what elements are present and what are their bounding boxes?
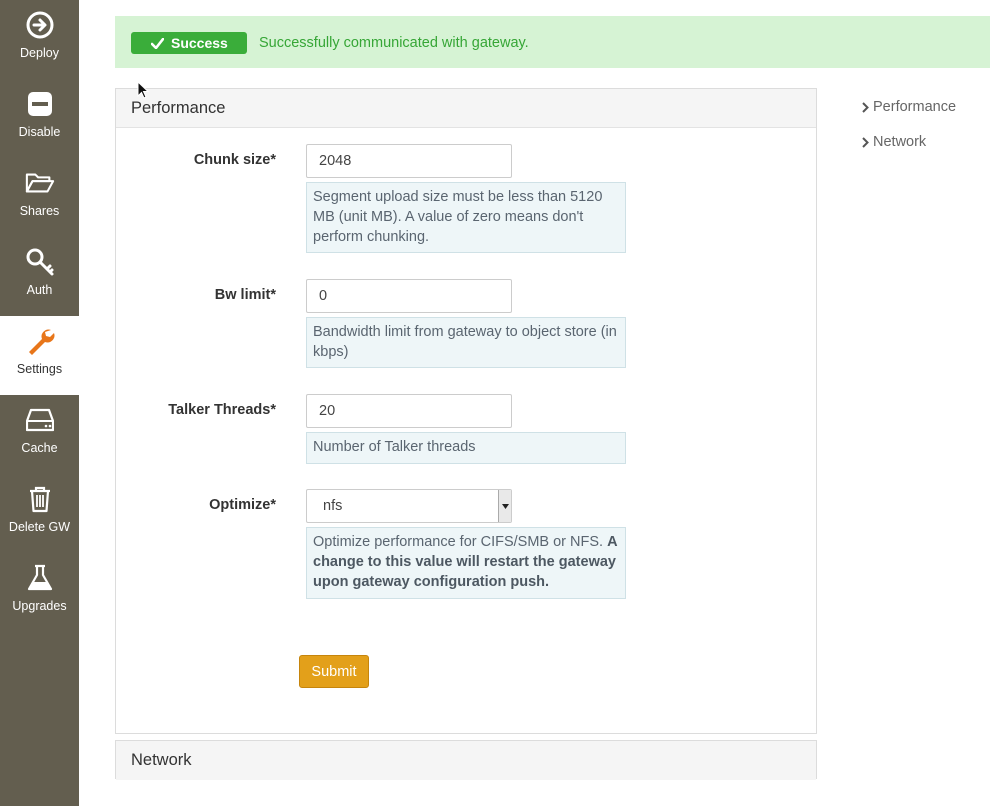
- hard-drive-icon: [25, 405, 55, 435]
- performance-panel: Performance Chunk size* 2048 Segment upl…: [115, 88, 817, 734]
- sidebar-item-deploy[interactable]: Deploy: [0, 0, 79, 79]
- success-alert: Success Successfully communicated with g…: [115, 16, 990, 68]
- talker-threads-label: Talker Threads*: [168, 402, 276, 418]
- sidebar-item-cache[interactable]: Cache: [0, 395, 79, 474]
- chevron-right-icon: [862, 101, 869, 113]
- mouse-cursor-icon: [137, 81, 149, 99]
- sidebar-item-settings[interactable]: Settings: [0, 316, 79, 395]
- optimize-label: Optimize*: [209, 497, 276, 513]
- sidebar-item-shares[interactable]: Shares: [0, 158, 79, 237]
- folder-open-icon: [25, 168, 55, 198]
- sidebar-item-label: Disable: [18, 125, 61, 139]
- submit-button[interactable]: Submit: [299, 655, 369, 688]
- chunk-size-label: Chunk size*: [193, 152, 276, 168]
- sidebar-item-label: Cache: [21, 441, 58, 455]
- sidebar-item-label: Delete GW: [8, 520, 71, 534]
- bw-limit-label: Bw limit*: [214, 287, 276, 303]
- success-badge: Success: [131, 32, 247, 54]
- sidebar-item-disable[interactable]: Disable: [0, 79, 79, 158]
- optimize-selected-value: nfs: [323, 498, 343, 514]
- sidebar-item-label: Auth: [26, 283, 53, 297]
- network-panel[interactable]: Network: [115, 740, 817, 780]
- chevron-right-icon: [862, 136, 869, 148]
- talker-threads-value: 20: [319, 403, 336, 419]
- chunk-size-input[interactable]: 2048: [306, 144, 512, 178]
- bw-limit-help: Bandwidth limit from gateway to object s…: [306, 317, 626, 368]
- performance-panel-title: Performance: [116, 89, 816, 128]
- optimize-help-text: Optimize performance for CIFS/SMB or NFS…: [313, 534, 604, 550]
- sidebar: Deploy Disable Shares Auth Settings Cach…: [0, 0, 79, 806]
- sidebar-item-label: Settings: [16, 362, 63, 376]
- check-icon: [151, 37, 164, 49]
- sidebar-item-label: Upgrades: [12, 599, 67, 613]
- toc-link-label: Performance: [873, 99, 957, 115]
- bw-limit-input[interactable]: 0: [306, 279, 512, 313]
- talker-threads-help: Number of Talker threads: [306, 432, 626, 464]
- chevron-down-icon[interactable]: [498, 490, 511, 522]
- optimize-help: Optimize performance for CIFS/SMB or NFS…: [306, 527, 626, 599]
- trash-icon: [25, 484, 55, 514]
- flask-icon: [25, 563, 55, 593]
- toc-link-performance[interactable]: Performance: [862, 99, 956, 115]
- bw-limit-value: 0: [319, 288, 328, 304]
- alert-message: Successfully communicated with gateway.: [259, 35, 529, 51]
- talker-threads-input[interactable]: 20: [306, 394, 512, 428]
- sidebar-item-label: Shares: [19, 204, 60, 218]
- sidebar-item-auth[interactable]: Auth: [0, 237, 79, 316]
- network-panel-title: Network: [116, 741, 816, 780]
- arrow-circle-right-icon: [25, 10, 55, 40]
- chunk-size-help: Segment upload size must be less than 51…: [306, 182, 626, 253]
- success-badge-label: Success: [171, 35, 228, 51]
- sidebar-item-delete-gw[interactable]: Delete GW: [0, 474, 79, 553]
- toc-link-label: Network: [873, 134, 927, 150]
- toc-link-network[interactable]: Network: [862, 134, 926, 150]
- minus-square-icon: [25, 89, 55, 119]
- key-icon: [25, 247, 55, 277]
- sidebar-item-upgrades[interactable]: Upgrades: [0, 553, 79, 632]
- wrench-icon: [25, 326, 55, 356]
- chunk-size-value: 2048: [319, 153, 352, 169]
- optimize-select[interactable]: nfs: [306, 489, 512, 523]
- sidebar-item-label: Deploy: [20, 46, 59, 60]
